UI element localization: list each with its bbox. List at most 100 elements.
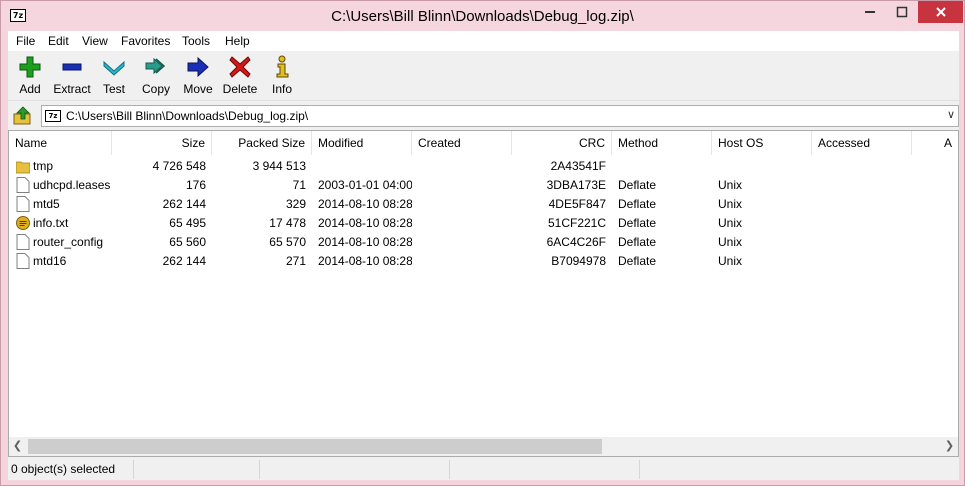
col-attributes[interactable]: A: [912, 131, 958, 155]
horizontal-scrollbar[interactable]: ❮ ❯: [9, 437, 958, 456]
add-label: Add: [19, 82, 41, 96]
row-host-os: Unix: [718, 254, 743, 268]
chevron-down-icon[interactable]: ∨: [947, 108, 955, 121]
col-size[interactable]: Size: [112, 131, 212, 155]
col-host-os[interactable]: Host OS: [712, 131, 812, 155]
app-window: 7z C:\Users\Bill Blinn\Downloads\Debug_l…: [0, 0, 965, 486]
address-field[interactable]: 7z C:\Users\Bill Blinn\Downloads\Debug_l…: [41, 105, 959, 127]
menu-bar: File Edit View Favorites Tools Help: [8, 31, 959, 51]
toolbar: Add Extract Test Copy Move Delete Info: [8, 51, 959, 101]
minus-icon: [62, 63, 82, 71]
row-size: 4 726 548: [152, 159, 206, 173]
delete-label: Delete: [222, 82, 258, 96]
col-accessed[interactable]: Accessed: [812, 131, 912, 155]
row-created: [412, 214, 512, 233]
maximize-icon: [896, 6, 907, 18]
row-host-os: Unix: [718, 178, 743, 192]
table-row[interactable]: router_config 65 560 65 570 2014-08-10 0…: [9, 233, 958, 252]
col-packed-size[interactable]: Packed Size: [212, 131, 312, 155]
row-modified: 2003-01-01 04:00: [318, 178, 412, 192]
row-name-text: udhcpd.leases: [33, 178, 111, 192]
add-button[interactable]: Add: [8, 55, 52, 96]
move-label: Move: [183, 82, 213, 96]
scroll-left-icon[interactable]: ❮: [9, 437, 26, 456]
archive-icon: 7z: [45, 110, 61, 122]
row-crc: 2A43541F: [550, 159, 606, 173]
col-method[interactable]: Method: [612, 131, 712, 155]
plus-icon: [19, 56, 41, 78]
minimize-icon: [864, 11, 875, 13]
row-created: [412, 176, 512, 195]
right-arrow-icon: [187, 56, 209, 78]
maximize-button[interactable]: [886, 1, 917, 23]
row-packed-size: 71: [292, 178, 306, 192]
row-name-text: info.txt: [33, 216, 69, 230]
file-icon: [16, 196, 30, 212]
menu-view[interactable]: View: [82, 34, 108, 48]
extract-button[interactable]: Extract: [50, 55, 94, 96]
row-packed-size: 271: [285, 254, 306, 268]
col-modified[interactable]: Modified: [312, 131, 412, 155]
folder-icon: [16, 161, 30, 174]
menu-file[interactable]: File: [16, 34, 35, 48]
minimize-button[interactable]: [854, 1, 885, 23]
title-bar[interactable]: 7z C:\Users\Bill Blinn\Downloads\Debug_l…: [1, 1, 964, 31]
row-name: mtd16: [9, 252, 112, 271]
info-button[interactable]: Info: [260, 55, 304, 96]
close-button[interactable]: [918, 1, 963, 23]
folder-up-icon[interactable]: [12, 106, 34, 126]
status-part-3: [260, 460, 450, 479]
row-method: Deflate: [618, 197, 657, 211]
file-icon: [16, 234, 30, 250]
table-row[interactable]: udhcpd.leases 176 71 2003-01-01 04:00 3D…: [9, 176, 958, 195]
row-created: [412, 195, 512, 214]
test-button[interactable]: Test: [92, 55, 136, 96]
row-method: Deflate: [618, 216, 657, 230]
row-packed-size: 65 570: [269, 235, 306, 249]
menu-favorites[interactable]: Favorites: [121, 34, 170, 48]
row-name: tmp: [9, 157, 112, 176]
scroll-right-icon[interactable]: ❯: [941, 437, 958, 456]
row-host-os: Unix: [718, 235, 743, 249]
row-host-os: Unix: [718, 216, 743, 230]
row-name: info.txt: [9, 214, 112, 233]
row-method: Deflate: [618, 178, 657, 192]
row-name-text: mtd16: [33, 254, 67, 268]
row-name: mtd5: [9, 195, 112, 214]
row-modified: 2014-08-10 08:28: [318, 197, 412, 211]
delete-button[interactable]: Delete: [218, 55, 262, 96]
move-button[interactable]: Move: [176, 55, 220, 96]
close-icon: [935, 7, 946, 17]
file-list[interactable]: Name Size Packed Size Modified Created C…: [8, 130, 959, 457]
table-row[interactable]: tmp 4 726 548 3 944 513 2A43541F: [9, 157, 958, 176]
menu-tools[interactable]: Tools: [182, 34, 210, 48]
table-row[interactable]: mtd5 262 144 329 2014-08-10 08:28 4DE5F8…: [9, 195, 958, 214]
col-name[interactable]: Name: [9, 131, 112, 155]
row-size: 176: [185, 178, 206, 192]
client-area: File Edit View Favorites Tools Help Add …: [8, 31, 959, 480]
row-modified: 2014-08-10 08:28: [318, 216, 412, 230]
row-crc: 3DBA173E: [546, 178, 606, 192]
row-name-text: tmp: [33, 159, 54, 173]
table-row[interactable]: mtd16 262 144 271 2014-08-10 08:28 B7094…: [9, 252, 958, 271]
table-row[interactable]: info.txt 65 495 17 478 2014-08-10 08:28 …: [9, 214, 958, 233]
address-path[interactable]: C:\Users\Bill Blinn\Downloads\Debug_log.…: [66, 109, 308, 123]
column-header: Name Size Packed Size Modified Created C…: [9, 131, 958, 155]
menu-help[interactable]: Help: [225, 34, 250, 48]
row-modified: 2014-08-10 08:28: [318, 254, 412, 268]
col-crc[interactable]: CRC: [512, 131, 612, 155]
row-crc: B7094978: [551, 254, 606, 268]
copy-button[interactable]: Copy: [134, 55, 178, 96]
row-name: udhcpd.leases: [9, 176, 112, 195]
row-name-text: router_config: [33, 235, 104, 249]
row-modified: 2014-08-10 08:28: [318, 235, 412, 249]
file-icon: [16, 177, 30, 193]
test-label: Test: [102, 82, 125, 96]
row-name-text: mtd5: [33, 197, 60, 211]
scrollbar-thumb[interactable]: [28, 439, 602, 454]
col-created[interactable]: Created: [412, 131, 512, 155]
row-created: [412, 233, 512, 252]
menu-edit[interactable]: Edit: [48, 34, 69, 48]
row-crc: 51CF221C: [547, 216, 606, 230]
row-size: 262 144: [162, 197, 206, 211]
